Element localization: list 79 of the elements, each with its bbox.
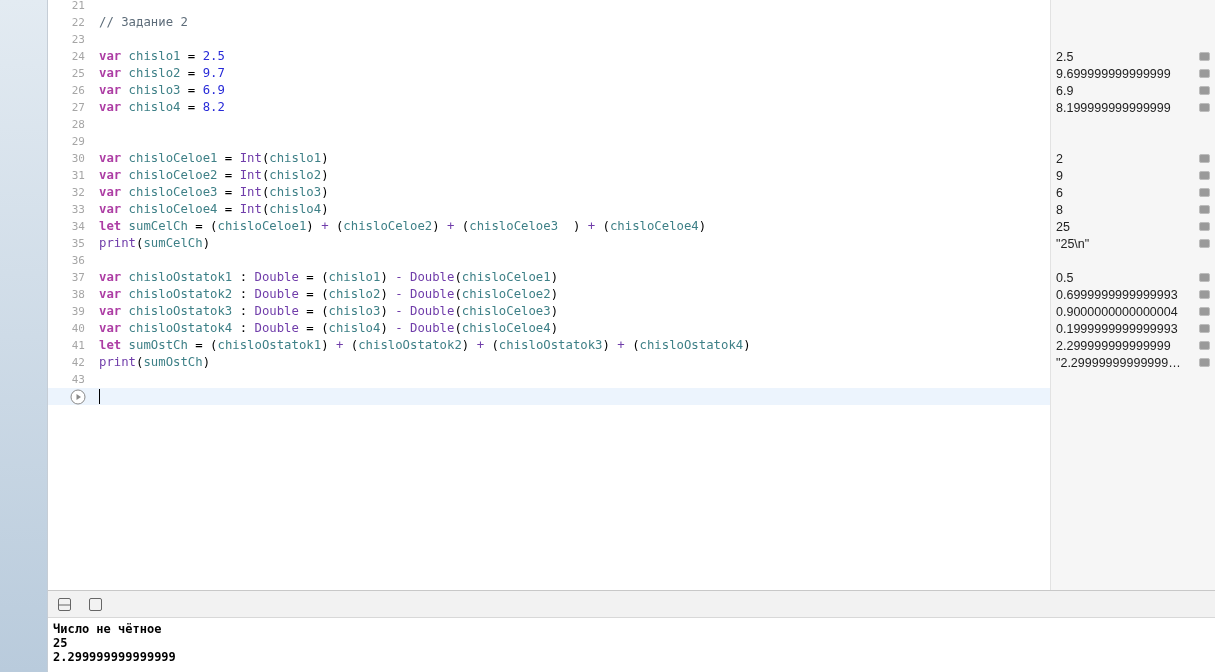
quick-look-icon[interactable]	[1199, 290, 1210, 299]
result-value: 0.1999999999999993	[1056, 321, 1178, 336]
code-line: print(sumCelCh)	[99, 235, 211, 252]
quick-look-icon[interactable]	[1199, 69, 1210, 78]
result-value: 8	[1056, 202, 1063, 217]
result-value: 25	[1056, 219, 1070, 234]
line-number: 42	[70, 355, 86, 371]
quick-look-icon[interactable]	[1199, 205, 1210, 214]
code-line: var chisloCeloe4 = Int(chislo4)	[99, 201, 329, 218]
code-line: var chisloOstatok1 : Double = (chislo1) - Double(chisloCeloe1)	[99, 269, 559, 286]
console-output: 25	[53, 636, 69, 650]
line-number: 22	[70, 15, 86, 31]
line-number: 26	[70, 83, 86, 99]
run-icon[interactable]	[70, 388, 86, 405]
result-value: 8.199999999999999	[1056, 100, 1171, 115]
quick-look-icon[interactable]	[1199, 171, 1210, 180]
code-line: let sumCelCh = (chisloCeloe1) + (chisloCeloe2) + (chisloCeloe3 ) + (chisloCeloe4)	[99, 218, 707, 235]
console-output: 2.299999999999999	[53, 650, 177, 664]
code-line: var chislo4 = 8.2	[99, 99, 225, 116]
quick-look-icon[interactable]	[1199, 103, 1210, 112]
result-value: "25\n"	[1056, 236, 1090, 251]
line-number: 33	[70, 202, 86, 218]
line-number: 21	[70, 0, 86, 14]
result-value: 6	[1056, 185, 1063, 200]
line-number: 38	[70, 287, 86, 303]
quick-look-icon[interactable]	[1199, 188, 1210, 197]
code-comment: // Задание 2	[99, 14, 188, 31]
quick-look-icon[interactable]	[1199, 239, 1210, 248]
code-line: var chislo2 = 9.7	[99, 65, 225, 82]
quick-look-icon[interactable]	[1199, 324, 1210, 333]
code-line: var chisloOstatok2 : Double = (chislo2) - Double(chisloCeloe2)	[99, 286, 559, 303]
line-number: 28	[70, 117, 86, 133]
result-value: 2.299999999999999	[1056, 338, 1171, 353]
code-line: var chislo3 = 6.9	[99, 82, 225, 99]
quick-look-icon[interactable]	[1199, 307, 1210, 316]
line-number: 25	[70, 66, 86, 82]
code-line: var chisloCeloe2 = Int(chislo2)	[99, 167, 329, 184]
quick-look-icon[interactable]	[1199, 341, 1210, 350]
code-line: var chislo1 = 2.5	[99, 48, 225, 65]
line-number: 37	[70, 270, 86, 286]
line-number: 35	[70, 236, 86, 252]
line-number: 36	[70, 253, 86, 269]
quick-look-icon[interactable]	[1199, 154, 1210, 163]
quick-look-icon[interactable]	[1199, 222, 1210, 231]
result-value: 0.9000000000000004	[1056, 304, 1178, 319]
result-value: 9.699999999999999	[1056, 66, 1171, 81]
quick-look-icon[interactable]	[1199, 86, 1210, 95]
result-value: 2.5	[1056, 49, 1074, 64]
result-value: 9	[1056, 168, 1063, 183]
text-cursor	[99, 389, 100, 404]
code-line: var chisloOstatok4 : Double = (chislo4) - Double(chisloCeloe4)	[99, 320, 559, 337]
quick-look-icon[interactable]	[1199, 273, 1210, 282]
line-number: 23	[70, 32, 86, 48]
line-number: 30	[70, 151, 86, 167]
code-line: let sumOstCh = (chisloOstatok1) + (chisloOstatok2) + (chisloOstatok3) + (chisloOstatok4)	[99, 337, 751, 354]
result-value: "2.29999999999999…	[1056, 355, 1181, 370]
line-number: 43	[70, 372, 86, 388]
code-line: var chisloOstatok3 : Double = (chislo3) - Double(chisloCeloe3)	[99, 303, 559, 320]
result-value: 6.9	[1056, 83, 1074, 98]
line-number: 39	[70, 304, 86, 320]
code-line: print(sumOstCh)	[99, 354, 211, 371]
line-number: 29	[70, 134, 86, 150]
result-value: 0.6999999999999993	[1056, 287, 1178, 302]
line-number: 34	[70, 219, 86, 235]
line-number: 27	[70, 100, 86, 116]
panel-icon[interactable]	[89, 597, 102, 611]
quick-look-icon[interactable]	[1199, 52, 1210, 61]
quick-look-icon[interactable]	[1199, 358, 1210, 367]
console-output: Число не чётное	[53, 622, 163, 636]
line-number: 24	[70, 49, 86, 65]
result-value: 0.5	[1056, 270, 1074, 285]
line-number: 31	[70, 168, 86, 184]
split-panel-icon[interactable]	[58, 597, 71, 611]
line-number: 41	[70, 338, 86, 354]
code-line: var chisloCeloe1 = Int(chislo1)	[99, 150, 329, 167]
code-line: var chisloCeloe3 = Int(chislo3)	[99, 184, 329, 201]
result-value: 2	[1056, 151, 1063, 166]
line-number: 32	[70, 185, 86, 201]
line-number: 40	[70, 321, 86, 337]
